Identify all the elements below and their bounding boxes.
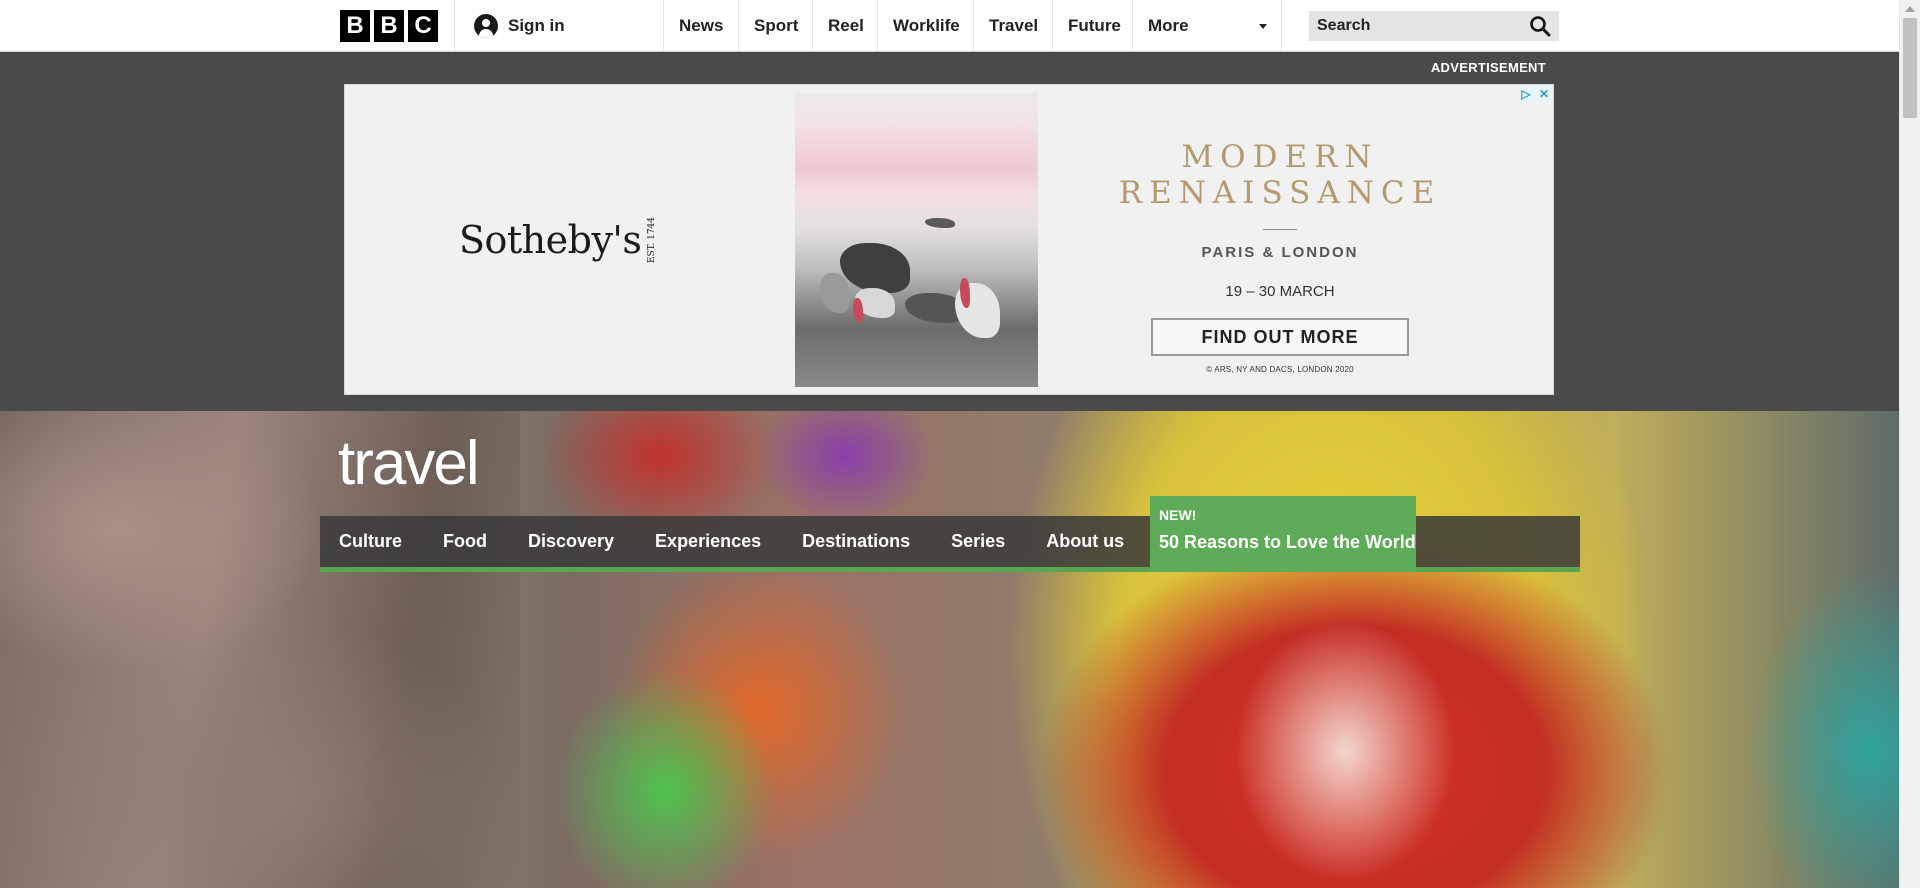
nav-sport[interactable]: Sport: [738, 0, 812, 51]
nav-news[interactable]: News: [663, 0, 738, 51]
sign-in-label: Sign in: [508, 16, 565, 35]
nav-more-label: More: [1148, 15, 1189, 35]
nav-reel[interactable]: Reel: [812, 0, 877, 51]
headline-line: RENAISSANCE: [1118, 175, 1442, 211]
adchoices-icon[interactable]: ▷: [1517, 85, 1535, 103]
travel-nav-experiences[interactable]: Experiences: [636, 516, 783, 567]
nav-worklife[interactable]: Worklife: [877, 0, 973, 51]
nav-more-dropdown[interactable]: More: [1132, 0, 1282, 51]
search-icon[interactable]: [1529, 15, 1551, 37]
travel-nav-about-us[interactable]: About us: [1027, 516, 1146, 567]
travel-nav-food[interactable]: Food: [424, 516, 509, 567]
scrollbar-thumb[interactable]: [1903, 18, 1917, 118]
bbc-logo-letter: B: [374, 10, 404, 42]
global-nav: News Sport Reel Worklife Travel Future M…: [663, 0, 1282, 51]
advert-dates: 19 – 30 MARCH: [1225, 283, 1335, 300]
nav-future[interactable]: Future: [1052, 0, 1132, 51]
travel-logo[interactable]: travel: [338, 429, 480, 499]
advert-copyright: © ARS, NY AND DACS, LONDON 2020: [1206, 365, 1354, 374]
scroll-up-arrow-icon[interactable]: [1905, 6, 1915, 12]
close-icon[interactable]: ✕: [1535, 85, 1553, 103]
chevron-down-icon: [1259, 24, 1267, 29]
nav-travel[interactable]: Travel: [973, 0, 1052, 51]
divider: [454, 0, 455, 51]
brand-name: Sotheby's: [459, 218, 642, 263]
headline-line: MODERN: [1181, 139, 1379, 175]
travel-nav-destinations[interactable]: Destinations: [783, 516, 932, 567]
travel-nav-series[interactable]: Series: [932, 516, 1027, 567]
bbc-logo-letter: B: [340, 10, 370, 42]
bbc-masthead: B B C Sign in News Sport Reel Worklife T…: [0, 0, 1899, 52]
sothebys-logo: Sotheby's EST. 1744: [459, 217, 657, 263]
advert-copy: MODERN RENAISSANCE PARIS & LONDON 19 – 3…: [1115, 139, 1445, 374]
promo-title: 50 Reasons to Love the World: [1159, 532, 1416, 552]
promo-badge: NEW!: [1159, 507, 1197, 523]
advert-locations: PARIS & LONDON: [1201, 244, 1359, 261]
sign-in-button[interactable]: Sign in: [474, 13, 565, 39]
advert-label: ADVERTISEMENT: [1430, 60, 1546, 75]
search-placeholder: Search: [1317, 17, 1371, 34]
travel-hero-image: travel Culture Food Discovery Experience…: [0, 411, 1899, 888]
find-out-more-button[interactable]: FIND OUT MORE: [1151, 318, 1409, 356]
divider: [1263, 229, 1297, 230]
search-input[interactable]: Search: [1309, 11, 1559, 41]
bbc-logo-letter: C: [408, 10, 438, 42]
advert-banner[interactable]: ▷ ✕ Sotheby's EST. 1744 MODERN RENAISSAN…: [344, 84, 1554, 395]
user-icon: [474, 14, 498, 38]
travel-nav-culture[interactable]: Culture: [320, 516, 424, 567]
page-scrollbar[interactable]: [1899, 0, 1920, 888]
adchoices: ▷ ✕: [1517, 85, 1553, 103]
advert-headline: MODERN RENAISSANCE: [1115, 139, 1445, 211]
promo-50-reasons[interactable]: NEW! 50 Reasons to Love the World: [1150, 496, 1416, 572]
advert-band: ADVERTISEMENT ▷ ✕ Sotheby's EST. 1744 MO…: [0, 52, 1899, 411]
surrealist-painting-image: [795, 93, 1038, 387]
brand-established: EST. 1744: [647, 217, 658, 264]
bbc-logo[interactable]: B B C: [340, 10, 438, 42]
travel-nav-discovery[interactable]: Discovery: [509, 516, 636, 567]
